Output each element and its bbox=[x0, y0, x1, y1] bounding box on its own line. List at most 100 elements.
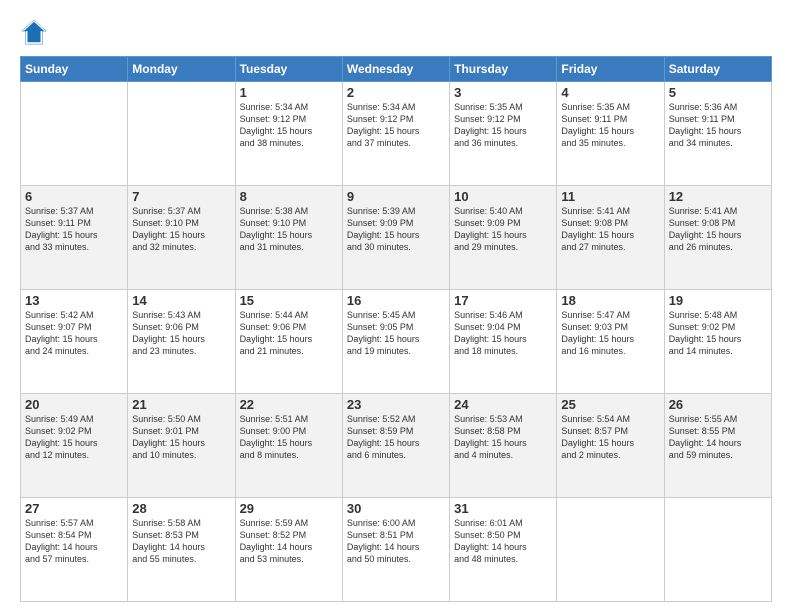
day-cell: 22 Sunrise: 5:51 AM Sunset: 9:00 PM Dayli… bbox=[235, 394, 342, 498]
header-row: SundayMondayTuesdayWednesdayThursdayFrid… bbox=[21, 57, 772, 82]
day-info: Sunrise: 5:50 AM Sunset: 9:01 PM Dayligh… bbox=[132, 414, 205, 460]
day-info: Sunrise: 5:41 AM Sunset: 9:08 PM Dayligh… bbox=[561, 206, 634, 252]
day-cell: 11 Sunrise: 5:41 AM Sunset: 9:08 PM Dayli… bbox=[557, 186, 664, 290]
day-number: 21 bbox=[132, 397, 230, 412]
day-number: 18 bbox=[561, 293, 659, 308]
day-info: Sunrise: 5:54 AM Sunset: 8:57 PM Dayligh… bbox=[561, 414, 634, 460]
day-number: 3 bbox=[454, 85, 552, 100]
day-cell: 24 Sunrise: 5:53 AM Sunset: 8:58 PM Dayli… bbox=[450, 394, 557, 498]
day-cell: 29Sunrise: 5:59 AM Sunset: 8:52 PM Dayli… bbox=[235, 498, 342, 602]
day-info: Sunrise: 5:35 AM Sunset: 9:11 PM Dayligh… bbox=[561, 102, 634, 148]
day-number: 23 bbox=[347, 397, 445, 412]
day-cell: 19 Sunrise: 5:48 AM Sunset: 9:02 PM Dayli… bbox=[664, 290, 771, 394]
day-cell: 25 Sunrise: 5:54 AM Sunset: 8:57 PM Dayli… bbox=[557, 394, 664, 498]
day-number: 22 bbox=[240, 397, 338, 412]
day-info: Sunrise: 5:53 AM Sunset: 8:58 PM Dayligh… bbox=[454, 414, 527, 460]
day-info: Sunrise: 5:39 AM Sunset: 9:09 PM Dayligh… bbox=[347, 206, 420, 252]
day-number: 15 bbox=[240, 293, 338, 308]
day-info: Sunrise: 5:37 AM Sunset: 9:11 PM Dayligh… bbox=[25, 206, 98, 252]
day-cell bbox=[128, 82, 235, 186]
day-info: Sunrise: 5:42 AM Sunset: 9:07 PM Dayligh… bbox=[25, 310, 98, 356]
day-number: 25 bbox=[561, 397, 659, 412]
day-cell: 1Sunrise: 5:34 AM Sunset: 9:12 PM Daylig… bbox=[235, 82, 342, 186]
day-number: 12 bbox=[669, 189, 767, 204]
day-info: Sunrise: 5:59 AM Sunset: 8:52 PM Dayligh… bbox=[240, 518, 313, 564]
day-cell: 8 Sunrise: 5:38 AM Sunset: 9:10 PM Daylig… bbox=[235, 186, 342, 290]
day-info: Sunrise: 5:45 AM Sunset: 9:05 PM Dayligh… bbox=[347, 310, 420, 356]
day-number: 24 bbox=[454, 397, 552, 412]
day-info: Sunrise: 5:35 AM Sunset: 9:12 PM Dayligh… bbox=[454, 102, 527, 148]
day-cell: 18 Sunrise: 5:47 AM Sunset: 9:03 PM Dayli… bbox=[557, 290, 664, 394]
day-number: 5 bbox=[669, 85, 767, 100]
day-info: Sunrise: 5:43 AM Sunset: 9:06 PM Dayligh… bbox=[132, 310, 205, 356]
day-cell: 4 Sunrise: 5:35 AM Sunset: 9:11 PM Daylig… bbox=[557, 82, 664, 186]
day-cell: 31 Sunrise: 6:01 AM Sunset: 8:50 PM Dayli… bbox=[450, 498, 557, 602]
day-number: 28 bbox=[132, 501, 230, 516]
day-cell: 27 Sunrise: 5:57 AM Sunset: 8:54 PM Dayli… bbox=[21, 498, 128, 602]
day-number: 27 bbox=[25, 501, 123, 516]
day-info: Sunrise: 5:46 AM Sunset: 9:04 PM Dayligh… bbox=[454, 310, 527, 356]
header bbox=[20, 18, 772, 46]
day-number: 7 bbox=[132, 189, 230, 204]
week-row-1: 1 Sunrise: 5:34 AM Sunset: 9:12 PM Daylig… bbox=[21, 82, 772, 186]
day-number: 6 bbox=[25, 189, 123, 204]
day-number: 1 bbox=[240, 85, 338, 100]
day-cell: 9 Sunrise: 5:39 AM Sunset: 9:09 PM Daylig… bbox=[342, 186, 449, 290]
day-info: Sunrise: 5:49 AM Sunset: 9:02 PM Dayligh… bbox=[25, 414, 98, 460]
day-info: Sunrise: 5:52 AM Sunset: 8:59 PM Dayligh… bbox=[347, 414, 420, 460]
col-header-saturday: Saturday bbox=[664, 57, 771, 82]
day-number: 2 bbox=[347, 85, 445, 100]
day-info: Sunrise: 5:37 AM Sunset: 9:10 PM Dayligh… bbox=[132, 206, 205, 252]
day-number: 31 bbox=[454, 501, 552, 516]
week-row-5: 27 Sunrise: 5:57 AM Sunset: 8:54 PM Dayli… bbox=[21, 498, 772, 602]
day-cell: 17 Sunrise: 5:46 AM Sunset: 9:04 PM Dayli… bbox=[450, 290, 557, 394]
col-header-wednesday: Wednesday bbox=[342, 57, 449, 82]
week-row-2: 6 Sunrise: 5:37 AM Sunset: 9:11 PM Daylig… bbox=[21, 186, 772, 290]
day-cell: 6 Sunrise: 5:37 AM Sunset: 9:11 PM Daylig… bbox=[21, 186, 128, 290]
day-cell: 16 Sunrise: 5:45 AM Sunset: 9:05 PM Dayli… bbox=[342, 290, 449, 394]
day-cell: 30 Sunrise: 6:00 AM Sunset: 8:51 PM Dayli… bbox=[342, 498, 449, 602]
day-info: Sunrise: 6:00 AM Sunset: 8:51 PM Dayligh… bbox=[347, 518, 420, 564]
day-info: Sunrise: 5:47 AM Sunset: 9:03 PM Dayligh… bbox=[561, 310, 634, 356]
day-info: Sunrise: 5:55 AM Sunset: 8:55 PM Dayligh… bbox=[669, 414, 742, 460]
day-number: 30 bbox=[347, 501, 445, 516]
day-number: 19 bbox=[669, 293, 767, 308]
day-number: 20 bbox=[25, 397, 123, 412]
day-cell: 20 Sunrise: 5:49 AM Sunset: 9:02 PM Dayli… bbox=[21, 394, 128, 498]
day-number: 10 bbox=[454, 189, 552, 204]
col-header-tuesday: Tuesday bbox=[235, 57, 342, 82]
day-number: 8 bbox=[240, 189, 338, 204]
col-header-sunday: Sunday bbox=[21, 57, 128, 82]
day-info: Sunrise: 6:01 AM Sunset: 8:50 PM Dayligh… bbox=[454, 518, 527, 564]
day-cell: 7 Sunrise: 5:37 AM Sunset: 9:10 PM Daylig… bbox=[128, 186, 235, 290]
calendar-table: SundayMondayTuesdayWednesdayThursdayFrid… bbox=[20, 56, 772, 602]
day-cell bbox=[21, 82, 128, 186]
day-number: 16 bbox=[347, 293, 445, 308]
day-cell: 3 Sunrise: 5:35 AM Sunset: 9:12 PM Daylig… bbox=[450, 82, 557, 186]
day-info: Sunrise: 5:40 AM Sunset: 9:09 PM Dayligh… bbox=[454, 206, 527, 252]
day-info: Sunrise: 5:44 AM Sunset: 9:06 PM Dayligh… bbox=[240, 310, 313, 356]
col-header-monday: Monday bbox=[128, 57, 235, 82]
day-cell: 15 Sunrise: 5:44 AM Sunset: 9:06 PM Dayli… bbox=[235, 290, 342, 394]
day-cell: 10 Sunrise: 5:40 AM Sunset: 9:09 PM Dayli… bbox=[450, 186, 557, 290]
day-info: Sunrise: 5:34 AM Sunset: 9:12 PM Dayligh… bbox=[347, 102, 420, 148]
logo-icon bbox=[20, 18, 48, 46]
day-number: 9 bbox=[347, 189, 445, 204]
day-number: 11 bbox=[561, 189, 659, 204]
day-cell bbox=[557, 498, 664, 602]
day-info: Sunrise: 5:36 AM Sunset: 9:11 PM Dayligh… bbox=[669, 102, 742, 148]
day-number: 13 bbox=[25, 293, 123, 308]
day-info: Sunrise: 5:58 AM Sunset: 8:53 PM Dayligh… bbox=[132, 518, 205, 564]
day-number: 4 bbox=[561, 85, 659, 100]
day-info: Sunrise: 5:51 AM Sunset: 9:00 PM Dayligh… bbox=[240, 414, 313, 460]
day-info: Sunrise: 5:38 AM Sunset: 9:10 PM Dayligh… bbox=[240, 206, 313, 252]
page: SundayMondayTuesdayWednesdayThursdayFrid… bbox=[0, 0, 792, 612]
day-cell bbox=[664, 498, 771, 602]
week-row-3: 13 Sunrise: 5:42 AM Sunset: 9:07 PM Dayli… bbox=[21, 290, 772, 394]
day-number: 26 bbox=[669, 397, 767, 412]
day-info: Sunrise: 5:48 AM Sunset: 9:02 PM Dayligh… bbox=[669, 310, 742, 356]
day-cell: 23 Sunrise: 5:52 AM Sunset: 8:59 PM Dayli… bbox=[342, 394, 449, 498]
day-number: 14 bbox=[132, 293, 230, 308]
day-info: Sunrise: 5:57 AM Sunset: 8:54 PM Dayligh… bbox=[25, 518, 98, 564]
day-number: 17 bbox=[454, 293, 552, 308]
